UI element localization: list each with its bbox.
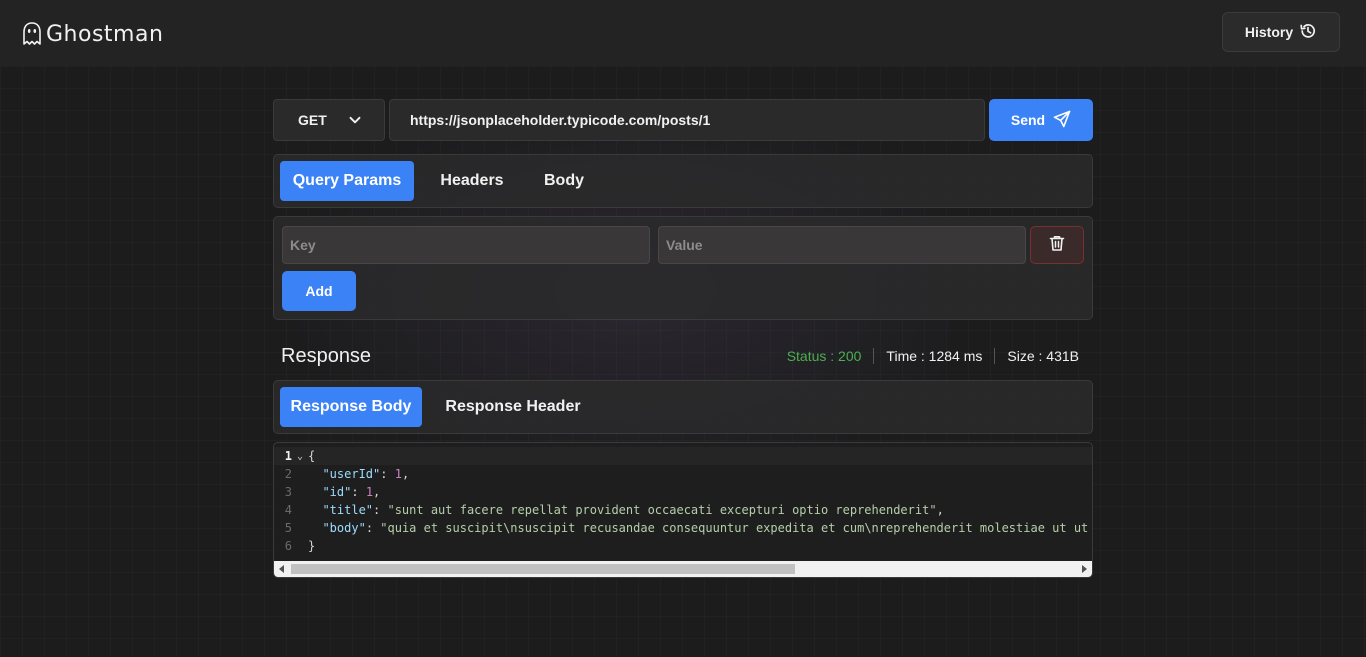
- brand-name: Ghostman: [46, 21, 164, 47]
- code-text: "id": 1,: [322, 485, 381, 499]
- tab-query-params[interactable]: Query Params: [280, 161, 414, 201]
- param-value-input[interactable]: Value: [658, 226, 1026, 264]
- code-line: 5 "body": "quia et suscipit\nsuscipit re…: [274, 519, 1092, 537]
- top-bar: Ghostman History: [0, 0, 1366, 66]
- query-params-panel: Key Value Add: [273, 216, 1093, 320]
- brand-logo[interactable]: Ghostman: [22, 18, 163, 50]
- code-text: {: [308, 449, 316, 463]
- scroll-right-icon[interactable]: [1082, 565, 1087, 573]
- line-number: 4: [284, 503, 292, 517]
- param-key-input[interactable]: Key: [282, 226, 650, 264]
- response-title: Response: [281, 345, 372, 367]
- send-button[interactable]: Send: [989, 99, 1093, 141]
- code-line: 3 "id": 1,: [274, 483, 1092, 501]
- line-number: 3: [284, 485, 292, 499]
- history-button[interactable]: History: [1222, 12, 1340, 52]
- url-input[interactable]: https://jsonplaceholder.typicode.com/pos…: [389, 99, 985, 141]
- tab-headers[interactable]: Headers: [428, 161, 516, 201]
- add-param-button[interactable]: Add: [282, 271, 356, 311]
- scroll-left-icon[interactable]: [279, 565, 284, 573]
- send-label: Send: [1010, 112, 1046, 128]
- line-number: 6: [284, 539, 292, 553]
- code-text: "userId": 1,: [322, 467, 410, 481]
- response-tab-bar: Response Body Response Header: [273, 380, 1093, 434]
- tab-body[interactable]: Body: [532, 161, 596, 201]
- param-value-placeholder: Value: [666, 237, 703, 253]
- status-badge: Status : 200: [786, 348, 862, 364]
- code-text: "body": "quia et suscipit\nsuscipit recu…: [322, 521, 1089, 535]
- scroll-thumb[interactable]: [291, 564, 795, 574]
- line-number: 2: [284, 467, 292, 481]
- code-line: 6 }: [274, 537, 1092, 555]
- code-text: "title": "sunt aut facere repellat provi…: [322, 503, 944, 517]
- line-number: 5: [284, 521, 292, 535]
- tab-response-body[interactable]: Response Body: [280, 387, 422, 427]
- response-size: Size : 431B: [994, 348, 1079, 364]
- method-select[interactable]: GET: [273, 99, 385, 141]
- url-value: https://jsonplaceholder.typicode.com/pos…: [410, 112, 711, 128]
- response-time: Time : 1284 ms: [873, 348, 994, 364]
- history-label: History: [1244, 24, 1294, 40]
- response-stats: Status : 200 Time : 1284 ms Size : 431B: [775, 346, 1079, 366]
- trash-icon: [1048, 234, 1066, 257]
- request-tab-bar: Query Params Headers Body: [273, 154, 1093, 208]
- code-line: 2 "userId": 1,: [274, 465, 1092, 483]
- tab-response-header[interactable]: Response Header: [436, 387, 590, 427]
- code-text: }: [308, 539, 316, 553]
- horizontal-scrollbar[interactable]: [274, 561, 1092, 577]
- fold-arrow-icon[interactable]: ⌄: [292, 451, 308, 462]
- code-line: 4 "title": "sunt aut facere repellat pro…: [274, 501, 1092, 519]
- history-icon: [1299, 22, 1317, 43]
- code-line: 1 ⌄ {: [274, 447, 1092, 465]
- response-body-editor[interactable]: 1 ⌄ { 2 "userId": 1, 3 "id": 1, 4 "title…: [273, 442, 1093, 578]
- param-key-placeholder: Key: [290, 237, 316, 253]
- chevron-down-icon: [348, 113, 362, 130]
- delete-param-button[interactable]: [1030, 226, 1084, 264]
- ghost-icon: [22, 21, 42, 47]
- line-number: 1: [284, 449, 292, 463]
- method-value: GET: [298, 112, 327, 128]
- paper-plane-icon: [1053, 110, 1071, 131]
